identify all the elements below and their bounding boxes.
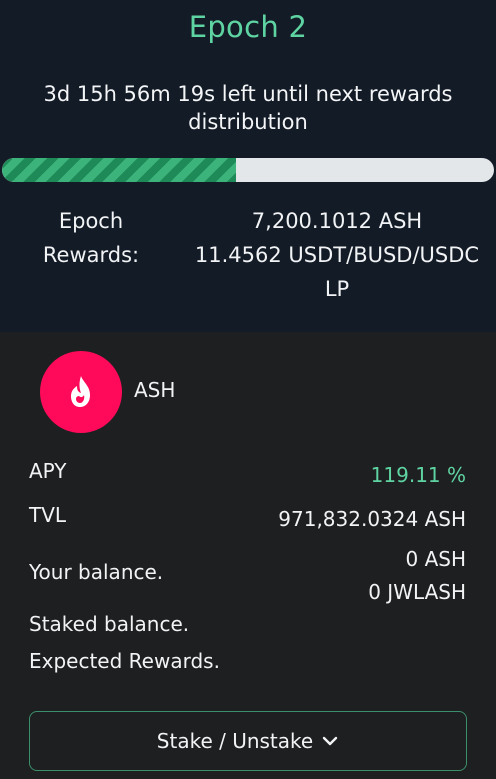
epoch-title: Epoch 2 [188, 10, 308, 44]
tvl-label: TVL [29, 503, 67, 527]
expected-rewards-label: Expected Rewards. [29, 649, 220, 673]
your-balance-label: Your balance. [29, 560, 164, 584]
your-balance-values: 0 ASH 0 JWLASH [368, 543, 466, 609]
epoch-rewards-values: 7,200.1012 ASH 11.4562 USDT/BUSD/USDC LP [186, 204, 488, 306]
tvl-value: 971,832.0324 ASH [278, 507, 466, 531]
epoch-reward-lp: 11.4562 USDT/BUSD/USDC LP [194, 243, 480, 301]
balance-jwlash: 0 JWLASH [368, 580, 466, 604]
epoch-progress-bar [2, 158, 494, 182]
chevron-down-icon [323, 736, 338, 746]
epoch-progress-fill [2, 158, 236, 182]
stake-unstake-button[interactable]: Stake / Unstake [29, 711, 467, 771]
staked-balance-label: Staked balance. [29, 612, 190, 636]
epoch-rewards-label: Epoch Rewards: [42, 209, 140, 267]
rewards-countdown: 3d 15h 56m 19s left until next rewards d… [43, 82, 453, 134]
apy-label: APY [29, 459, 67, 483]
token-name: ASH [134, 378, 176, 402]
apy-value: 119.11 % [370, 463, 466, 487]
balance-ash: 0 ASH [405, 547, 467, 571]
flame-icon [40, 351, 122, 433]
epoch-reward-ash: 7,200.1012 ASH [251, 209, 423, 233]
stake-unstake-label: Stake / Unstake [156, 729, 314, 753]
epoch-panel: Epoch 2 3d 15h 56m 19s left until next r… [0, 0, 496, 332]
